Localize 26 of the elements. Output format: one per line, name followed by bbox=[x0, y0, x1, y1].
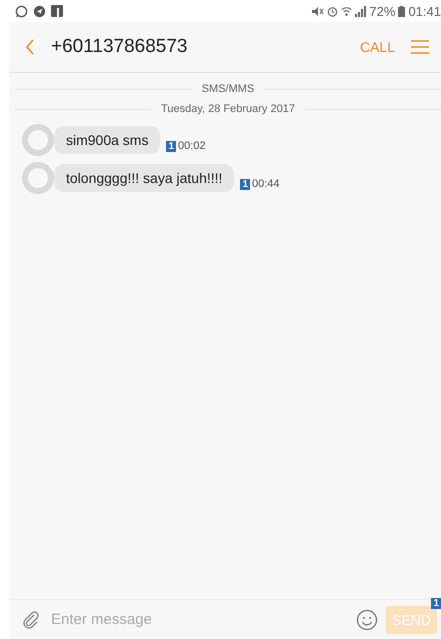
mute-icon bbox=[311, 6, 324, 16]
call-button[interactable]: CALL bbox=[360, 39, 395, 55]
contact-number: +601137868573 bbox=[51, 36, 188, 58]
message-time: 00:02 bbox=[178, 140, 206, 152]
message-time: 00:44 bbox=[252, 178, 280, 190]
back-icon[interactable] bbox=[25, 39, 35, 55]
alarm-icon bbox=[327, 6, 338, 16]
attach-icon[interactable] bbox=[21, 610, 41, 630]
signal-icon bbox=[355, 6, 366, 16]
message-bubble: tolongggg!!! saya jatuh!!!! bbox=[54, 164, 234, 192]
message-input[interactable]: Enter message bbox=[49, 610, 348, 629]
message-bubble: sim900a sms bbox=[54, 126, 160, 154]
clock: 01:41 bbox=[408, 4, 441, 18]
wifi-icon bbox=[341, 6, 352, 16]
menu-icon[interactable] bbox=[411, 39, 429, 55]
social-app-icon bbox=[51, 5, 63, 17]
emoji-icon[interactable] bbox=[356, 608, 378, 630]
send-app-icon bbox=[33, 4, 46, 18]
sim-badge: 1 bbox=[166, 140, 176, 152]
channel-label: SMS/MMS bbox=[202, 83, 254, 95]
battery-percent: 72% bbox=[369, 4, 396, 18]
sim-badge: 1 bbox=[431, 598, 441, 608]
chat-app-icon bbox=[15, 4, 28, 18]
sim-badge: 1 bbox=[240, 178, 250, 190]
battery-icon bbox=[398, 6, 406, 16]
date-label: Tuesday, 28 February 2017 bbox=[161, 103, 295, 115]
